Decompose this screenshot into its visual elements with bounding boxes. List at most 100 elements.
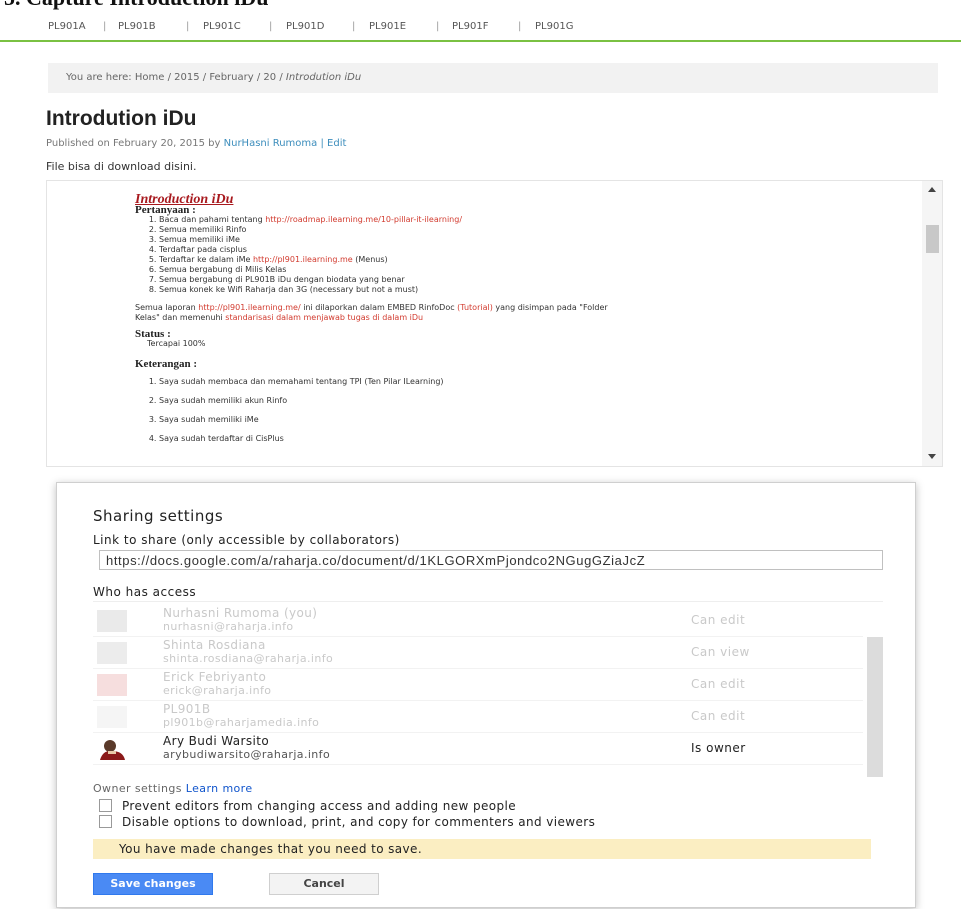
share-link-field[interactable]: https://docs.google.com/a/raharja.co/doc…	[99, 550, 883, 570]
author-link[interactable]: NurHasni Rumoma	[224, 138, 318, 149]
nav-separator: |	[269, 21, 273, 32]
person-name: Erick Febriyanto	[163, 670, 267, 684]
document-scrollbar[interactable]	[922, 181, 942, 466]
top-nav: PL901A | PL901B | PL901C | PL901D | PL90…	[0, 14, 961, 42]
learn-more-link[interactable]: Learn more	[186, 782, 253, 795]
document-link[interactable]: http://pl901.ilearning.me	[253, 255, 353, 264]
published-date: Published on February 20, 2015 by	[46, 138, 221, 149]
permission-dropdown[interactable]: Can view	[691, 645, 750, 659]
avatar	[97, 706, 127, 728]
nav-separator: |	[518, 21, 522, 32]
laporan-paragraph: Semua laporan http://pl901.ilearning.me/…	[135, 303, 608, 322]
person-email: arybudiwarsito@raharja.info	[163, 748, 331, 761]
breadcrumb-separator: /	[256, 72, 261, 83]
access-row: PL901B pl901b@raharjamedia.info Can edit	[93, 700, 863, 733]
keterangan-heading: Keterangan :	[135, 358, 198, 370]
access-row-owner: Ary Budi Warsito arybudiwarsito@raharja.…	[93, 732, 863, 765]
option-label: Disable options to download, print, and …	[122, 815, 596, 829]
nav-item-pl901a[interactable]: PL901A	[48, 21, 86, 32]
owner-settings-label: Owner settings	[93, 782, 182, 795]
option-disable-download[interactable]: Disable options to download, print, and …	[99, 815, 595, 829]
nav-item-pl901e[interactable]: PL901E	[369, 21, 406, 32]
avatar	[97, 610, 127, 632]
person-email: shinta.rosdiana@raharja.info	[163, 652, 334, 665]
nav-item-pl901d[interactable]: PL901D	[286, 21, 324, 32]
standard-link[interactable]: standarisasi dalam menjawab tugas di dal…	[225, 313, 423, 322]
list-item: Saya sudah memiliki akun Rinfo	[159, 396, 615, 406]
status-heading: Status :	[135, 328, 171, 340]
avatar	[97, 674, 127, 696]
nav-item-pl901f[interactable]: PL901F	[452, 21, 488, 32]
person-name: Shinta Rosdiana	[163, 638, 266, 652]
list-item: Terdaftar ke dalam iMe http://pl901.ilea…	[159, 255, 615, 265]
list-item: Terdaftar pada cisplus	[159, 245, 615, 255]
list-item: Saya sudah memiliki iMe	[159, 415, 615, 425]
warning-text: You have made changes that you need to s…	[119, 842, 423, 856]
document-title: Introduction iDu	[135, 192, 234, 207]
list-item: Semua bergabung di PL901B iDu dengan bio…	[159, 275, 615, 285]
list-item: Semua memiliki Rinfo	[159, 225, 615, 235]
avatar	[100, 740, 125, 760]
edit-separator: |	[320, 138, 324, 149]
tutorial-link[interactable]: (Tutorial)	[457, 303, 493, 312]
breadcrumb-year[interactable]: 2015	[174, 72, 199, 83]
list-item: Saya sudah terdaftar di CisPlus	[159, 434, 615, 444]
access-row: Shinta Rosdiana shinta.rosdiana@raharja.…	[93, 636, 863, 669]
link-label: Link to share (only accessible by collab…	[93, 533, 400, 547]
document-content: Introduction iDu Pertanyaan : Baca dan p…	[135, 192, 615, 453]
checkbox[interactable]	[99, 815, 112, 828]
edit-link[interactable]: Edit	[327, 138, 346, 149]
permission-dropdown[interactable]: Can edit	[691, 709, 745, 723]
breadcrumb-home[interactable]: Home	[135, 72, 165, 83]
dialog-title: Sharing settings	[93, 507, 224, 525]
owner-label: Is owner	[691, 741, 746, 755]
permission-dropdown[interactable]: Can edit	[691, 613, 745, 627]
scroll-up-icon[interactable]	[928, 187, 936, 192]
checkbox[interactable]	[99, 799, 112, 812]
nav-item-pl901c[interactable]: PL901C	[203, 21, 241, 32]
list-item: Semua memiliki iMe	[159, 235, 615, 245]
person-email: erick@raharja.info	[163, 684, 272, 697]
option-prevent-editors[interactable]: Prevent editors from changing access and…	[99, 799, 516, 813]
scrollbar-thumb[interactable]	[926, 225, 939, 253]
breadcrumb-separator: /	[279, 72, 283, 83]
person-name: Nurhasni Rumoma (you)	[163, 606, 318, 620]
avatar	[97, 642, 127, 664]
access-list: Nurhasni Rumoma (you) nurhasni@raharja.i…	[93, 601, 883, 778]
list-item: Semua konek ke Wifi Raharja dan 3G (nece…	[159, 285, 615, 295]
sharing-settings-dialog: Sharing settings Link to share (only acc…	[56, 482, 916, 908]
breadcrumb-month[interactable]: February	[209, 72, 253, 83]
nav-separator: |	[186, 21, 190, 32]
embedded-document-frame[interactable]: Introduction iDu Pertanyaan : Baca dan p…	[46, 180, 943, 467]
nav-item-pl901g[interactable]: PL901G	[535, 21, 573, 32]
person-name: PL901B	[163, 702, 211, 716]
save-changes-button[interactable]: Save changes	[93, 873, 213, 895]
nav-separator: |	[436, 21, 440, 32]
nav-separator: |	[103, 21, 107, 32]
access-list-scrollbar[interactable]	[867, 637, 883, 777]
breadcrumb-separator: /	[167, 72, 171, 83]
breadcrumb-separator: /	[202, 72, 207, 83]
person-name: Ary Budi Warsito	[163, 734, 270, 748]
document-link[interactable]: http://roadmap.ilearning.me/10-pillar-it…	[265, 215, 462, 224]
cancel-button[interactable]: Cancel	[269, 873, 379, 895]
scroll-down-icon[interactable]	[928, 454, 936, 459]
list-item: Baca dan pahami tentang http://roadmap.i…	[159, 215, 615, 225]
breadcrumb-day[interactable]: 20	[263, 72, 276, 83]
post-meta: Published on February 20, 2015 by NurHas…	[46, 138, 346, 149]
person-email: pl901b@raharjamedia.info	[163, 716, 320, 729]
document-link[interactable]: http://pl901.ilearning.me/	[198, 303, 300, 312]
option-label: Prevent editors from changing access and…	[122, 799, 517, 813]
breadcrumb-prefix: You are here:	[66, 72, 132, 83]
breadcrumb: You are here: Home / 2015 / February / 2…	[48, 63, 938, 93]
unsaved-changes-banner: You have made changes that you need to s…	[93, 839, 871, 859]
nav-separator: |	[352, 21, 356, 32]
list-item: Saya sudah membaca dan memahami tentang …	[159, 377, 615, 387]
status-value: Tercapai 100%	[147, 339, 206, 348]
pertanyaan-list: Baca dan pahami tentang http://roadmap.i…	[135, 215, 615, 295]
permission-dropdown[interactable]: Can edit	[691, 677, 745, 691]
keterangan-list: Saya sudah membaca dan memahami tentang …	[135, 377, 615, 444]
breadcrumb-current: Introdution iDu	[285, 72, 362, 83]
who-has-access-label: Who has access	[93, 585, 197, 599]
nav-item-pl901b[interactable]: PL901B	[118, 21, 156, 32]
